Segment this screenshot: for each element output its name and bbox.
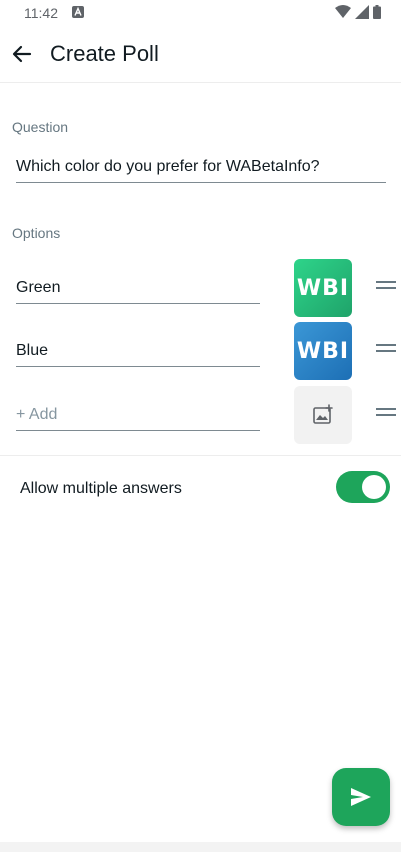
option-row-add: + Add xyxy=(0,386,401,444)
app-bar: Create Poll xyxy=(0,28,401,83)
toggle-knob xyxy=(362,475,386,499)
send-icon xyxy=(351,788,371,806)
add-image-icon xyxy=(313,404,333,424)
send-button[interactable] xyxy=(332,768,390,826)
option-input[interactable]: Blue xyxy=(16,342,260,367)
status-time: 11:42 xyxy=(24,5,58,21)
option-row-green: Green WBI xyxy=(0,259,401,317)
signal-icon xyxy=(355,5,369,19)
status-bar: 11:42 xyxy=(0,0,401,26)
wifi-icon xyxy=(335,5,351,18)
system-nav-bar xyxy=(0,842,401,852)
option-image-thumbnail[interactable]: WBI xyxy=(294,322,352,380)
page-title: Create Poll xyxy=(50,41,159,66)
option-row-blue: Blue WBI xyxy=(0,322,401,380)
question-label: Question xyxy=(12,119,69,135)
drag-handle-icon[interactable] xyxy=(376,344,396,356)
status-icons xyxy=(335,5,381,19)
allow-multiple-toggle[interactable] xyxy=(336,471,390,503)
add-option-input[interactable]: + Add xyxy=(16,406,260,431)
options-label: Options xyxy=(12,225,61,241)
drag-handle-icon[interactable] xyxy=(376,281,396,293)
battery-icon xyxy=(373,5,381,19)
option-input[interactable]: Green xyxy=(16,279,260,304)
allow-multiple-label: Allow multiple answers xyxy=(20,480,182,497)
divider xyxy=(0,455,401,456)
arrow-left-icon[interactable] xyxy=(8,40,36,68)
option-image-thumbnail[interactable]: WBI xyxy=(294,259,352,317)
notification-a-icon xyxy=(72,6,84,18)
drag-handle-icon[interactable] xyxy=(376,408,396,420)
add-image-button[interactable] xyxy=(294,386,352,444)
question-input[interactable]: Which color do you prefer for WABetaInfo… xyxy=(16,158,386,183)
